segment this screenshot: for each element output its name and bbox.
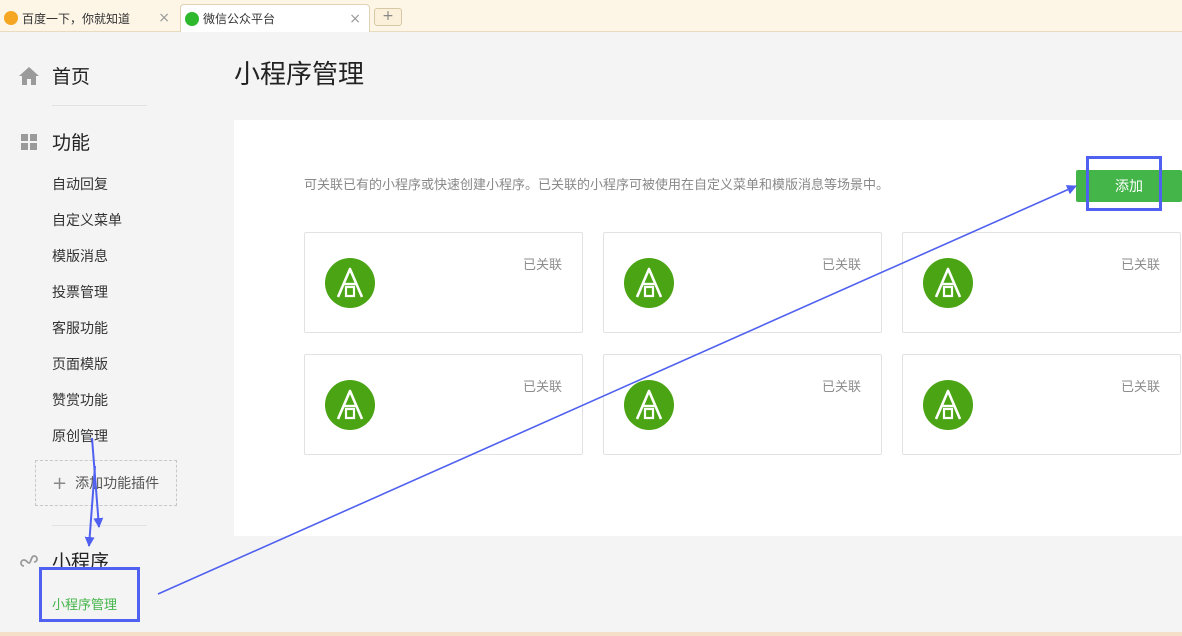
miniprogram-card[interactable]: 已关联 [304, 354, 583, 455]
miniprogram-card[interactable]: 已关联 [902, 232, 1181, 333]
nav-home[interactable]: 首页 [18, 62, 90, 89]
grid-icon [21, 133, 37, 150]
sidebar-item-reward[interactable]: 赞赏功能 [52, 390, 108, 410]
tab-label: 百度一下，你就知道 [22, 11, 131, 26]
miniprogram-card[interactable]: 已关联 [603, 232, 882, 333]
browser-tab-bar: 百度一下，你就知道 × 微信公众平台 × + [0, 0, 1182, 32]
new-tab-button[interactable]: + [374, 8, 402, 26]
linked-status: 已关联 [1120, 258, 1160, 273]
miniprogram-card[interactable]: 已关联 [902, 354, 1181, 455]
sidebar-item-customer-service[interactable]: 客服功能 [52, 318, 108, 338]
sidebar-item-auto-reply[interactable]: 自动回复 [52, 174, 108, 194]
link-icon [20, 554, 38, 567]
miniprogram-logo-icon [923, 380, 973, 430]
linked-status: 已关联 [821, 380, 861, 395]
wechat-icon [185, 11, 199, 26]
close-icon[interactable]: × [158, 10, 170, 26]
miniprogram-logo-icon [923, 258, 973, 308]
add-plugin-button[interactable]: + 添加功能插件 [35, 460, 177, 506]
tab-label: 微信公众平台 [203, 12, 276, 26]
miniprogram-card[interactable]: 已关联 [603, 354, 882, 455]
sidebar-item-page-template[interactable]: 页面模版 [52, 354, 108, 374]
miniprogram-card[interactable]: 已关联 [304, 232, 583, 333]
nav-features-label: 功能 [52, 132, 91, 154]
miniprogram-logo-icon [325, 258, 375, 308]
sidebar-item-template-message[interactable]: 模版消息 [52, 246, 108, 266]
linked-status: 已关联 [821, 258, 861, 273]
tab-wechat[interactable]: 微信公众平台 × [180, 4, 370, 32]
nav-features[interactable]: 功能 [18, 128, 90, 155]
add-plugin-label: 添加功能插件 [75, 476, 160, 492]
plus-icon: + [52, 472, 68, 494]
miniprogram-logo-icon [325, 380, 375, 430]
miniprogram-logo-icon [624, 258, 674, 308]
add-button-highlight [1086, 156, 1162, 211]
tab-baidu[interactable]: 百度一下，你就知道 × [0, 4, 178, 32]
close-icon[interactable]: × [349, 11, 361, 27]
linked-status: 已关联 [1120, 380, 1160, 395]
nav-home-label: 首页 [52, 66, 91, 88]
miniprogram-management-highlight [39, 567, 140, 622]
sidebar-item-vote[interactable]: 投票管理 [52, 282, 108, 302]
bottom-strip [0, 632, 1182, 636]
baidu-icon [4, 11, 18, 25]
sidebar-item-original[interactable]: 原创管理 [52, 426, 108, 446]
linked-status: 已关联 [522, 380, 562, 395]
home-icon [19, 66, 39, 85]
linked-status: 已关联 [522, 258, 562, 273]
miniprogram-logo-icon [624, 380, 674, 430]
sidebar-item-custom-menu[interactable]: 自定义菜单 [52, 210, 122, 230]
divider [52, 105, 147, 106]
divider [52, 525, 147, 526]
description-text: 可关联已有的小程序或快速创建小程序。已关联的小程序可被使用在自定义菜单和模版消息… [304, 178, 890, 193]
page-title: 小程序管理 [234, 60, 365, 90]
